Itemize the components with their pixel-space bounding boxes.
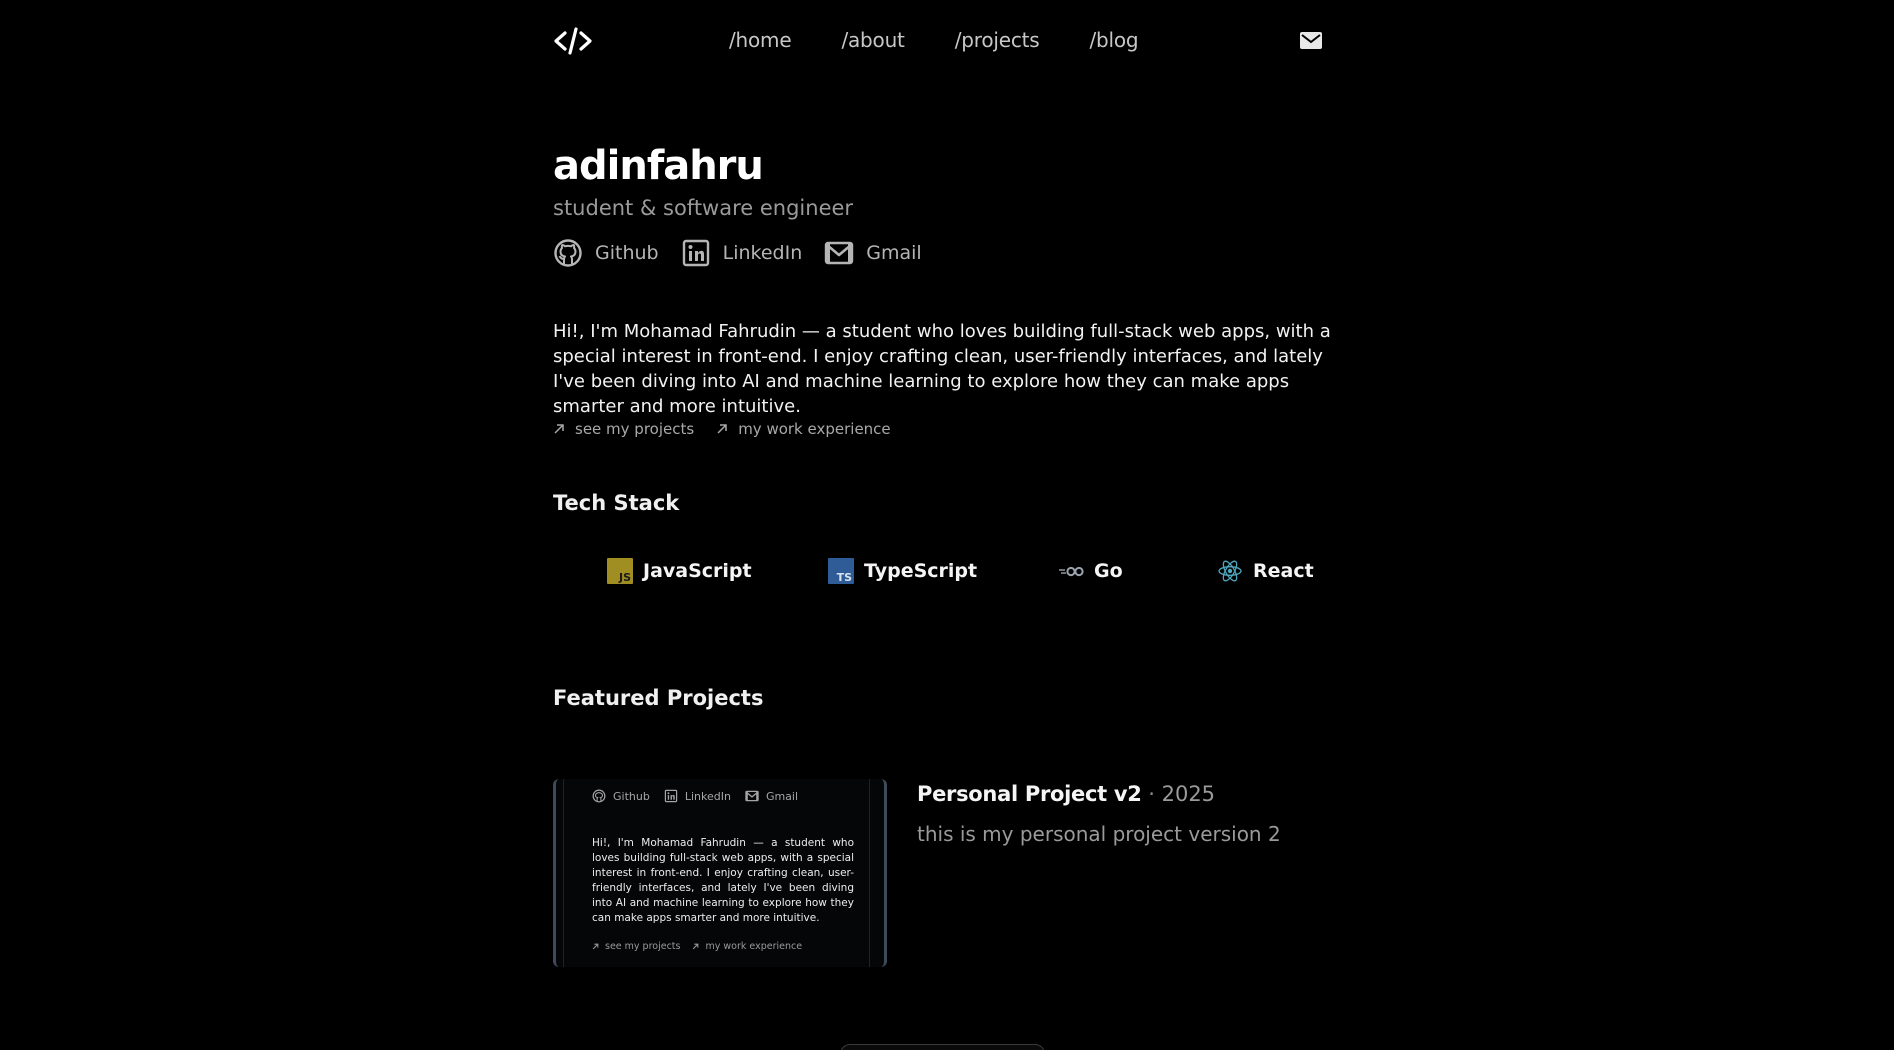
- arrow-up-right-icon: [592, 943, 599, 950]
- project-year: 2025: [1161, 782, 1216, 806]
- linkedin-icon: [682, 239, 709, 267]
- work-experience-label: my work experience: [738, 420, 891, 438]
- project-separator: ·: [1141, 782, 1162, 806]
- see-projects-label: see my projects: [575, 420, 695, 438]
- thumbnail-socials: Github LinkedIn Gmail: [592, 789, 798, 803]
- nav-link-home[interactable]: /home: [729, 28, 792, 52]
- thumbnail-links: see my projects my work experience: [592, 941, 802, 952]
- tech-react: React: [1217, 558, 1314, 584]
- nav-link-projects[interactable]: /projects: [955, 28, 1040, 52]
- thumbnail-github: Github: [592, 789, 650, 803]
- tech-label: Go: [1094, 560, 1123, 582]
- tech-stack-title: Tech Stack: [553, 491, 680, 515]
- github-icon: [592, 789, 606, 803]
- linkedin-label: LinkedIn: [722, 242, 803, 264]
- typescript-icon: TS: [828, 558, 854, 584]
- go-icon: [1059, 566, 1084, 577]
- arrow-up-right-icon: [554, 424, 564, 434]
- tech-go: Go: [1058, 558, 1123, 584]
- thumbnail-github-label: Github: [613, 789, 650, 803]
- project-title[interactable]: Personal Project v2 · 2025: [917, 782, 1215, 806]
- thumbnail-link-label: my work experience: [705, 941, 803, 952]
- thumbnail-linkedin: LinkedIn: [664, 789, 731, 803]
- thumbnail-gmail: Gmail: [745, 789, 798, 803]
- arrow-up-right-icon: [693, 943, 699, 950]
- page-title: adinfahru: [553, 143, 764, 189]
- tech-javascript: JS JavaScript: [607, 558, 752, 584]
- featured-projects-title: Featured Projects: [553, 686, 764, 710]
- thumbnail-link: my work experience: [692, 941, 802, 952]
- bottom-dock[interactable]: [840, 1044, 1045, 1050]
- gmail-icon: [825, 241, 854, 265]
- gmail-label: Gmail: [866, 242, 922, 264]
- nav-link-blog[interactable]: /blog: [1089, 28, 1138, 52]
- subtitle: student & software engineer: [553, 196, 854, 220]
- tech-label: TypeScript: [864, 560, 978, 582]
- bio-text: Hi!, I'm Mohamad Fahrudin — a student wh…: [553, 321, 1331, 417]
- quick-links: see my projects my work experience: [553, 420, 891, 438]
- see-projects-link[interactable]: see my projects: [553, 420, 694, 438]
- linkedin-icon: [664, 789, 678, 803]
- github-icon: [554, 239, 582, 267]
- thumbnail-link-label: see my projects: [605, 941, 681, 952]
- envelope-icon[interactable]: [1300, 30, 1322, 52]
- top-nav: /home /about /projects /blog: [0, 0, 1894, 84]
- tech-label: JavaScript: [643, 560, 752, 582]
- gmail-icon: [745, 790, 759, 802]
- tech-typescript: TS TypeScript: [828, 558, 977, 584]
- thumbnail-bio: Hi!, I'm Mohamad Fahrudin — a student wh…: [592, 837, 854, 924]
- linkedin-link[interactable]: LinkedIn: [681, 238, 803, 268]
- code-brackets-icon[interactable]: [553, 24, 593, 58]
- gmail-link[interactable]: Gmail: [824, 238, 922, 268]
- thumbnail-linkedin-label: LinkedIn: [684, 789, 731, 803]
- project-thumbnail[interactable]: Github LinkedIn Gmail Hi!, I'm Mohamad F…: [553, 779, 887, 967]
- javascript-icon: JS: [607, 558, 633, 584]
- github-link[interactable]: Github: [553, 238, 659, 268]
- thumbnail-link: see my projects: [592, 941, 680, 952]
- project-name: Personal Project v2: [917, 782, 1142, 806]
- work-experience-link[interactable]: my work experience: [716, 420, 891, 438]
- github-label: Github: [595, 242, 659, 264]
- react-icon: [1218, 560, 1242, 582]
- svg-text:JS: JS: [618, 571, 631, 584]
- svg-text:TS: TS: [837, 571, 853, 584]
- thumbnail-gmail-label: Gmail: [765, 789, 799, 803]
- project-description: this is my personal project version 2: [917, 822, 1281, 846]
- nav-links: /home /about /projects /blog: [729, 28, 1139, 52]
- arrow-up-right-icon: [717, 424, 727, 434]
- tech-label: React: [1253, 560, 1314, 582]
- nav-link-about[interactable]: /about: [841, 28, 904, 52]
- social-links: Github LinkedIn Gmail: [553, 238, 922, 268]
